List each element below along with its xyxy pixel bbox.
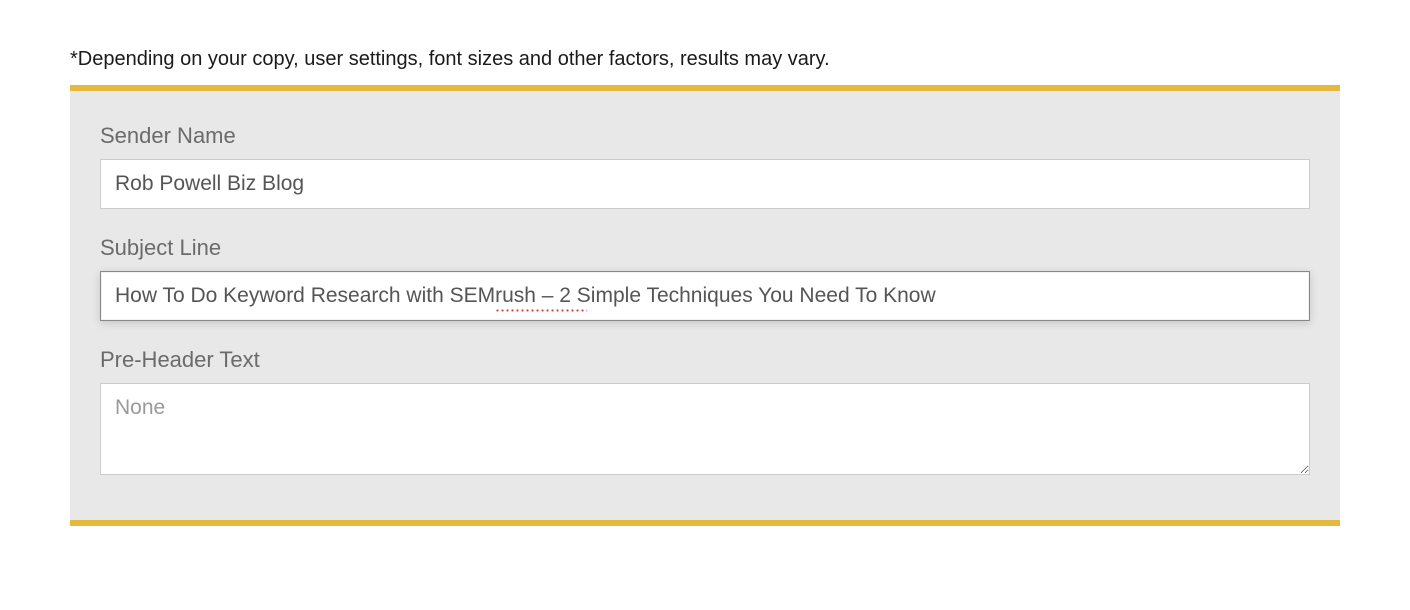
sender-name-group: Sender Name (100, 123, 1310, 209)
bottom-accent-bar (70, 520, 1340, 526)
form-panel: Sender Name Subject Line Pre-Header Text (70, 91, 1340, 520)
preheader-textarea[interactable] (100, 383, 1310, 475)
sender-name-label: Sender Name (100, 123, 1310, 149)
subject-line-group: Subject Line (100, 235, 1310, 321)
subject-line-label: Subject Line (100, 235, 1310, 261)
preheader-label: Pre-Header Text (100, 347, 1310, 373)
subject-line-input[interactable] (100, 271, 1310, 321)
disclaimer-text: *Depending on your copy, user settings, … (70, 48, 1340, 71)
preheader-group: Pre-Header Text (100, 347, 1310, 480)
sender-name-input[interactable] (100, 159, 1310, 209)
